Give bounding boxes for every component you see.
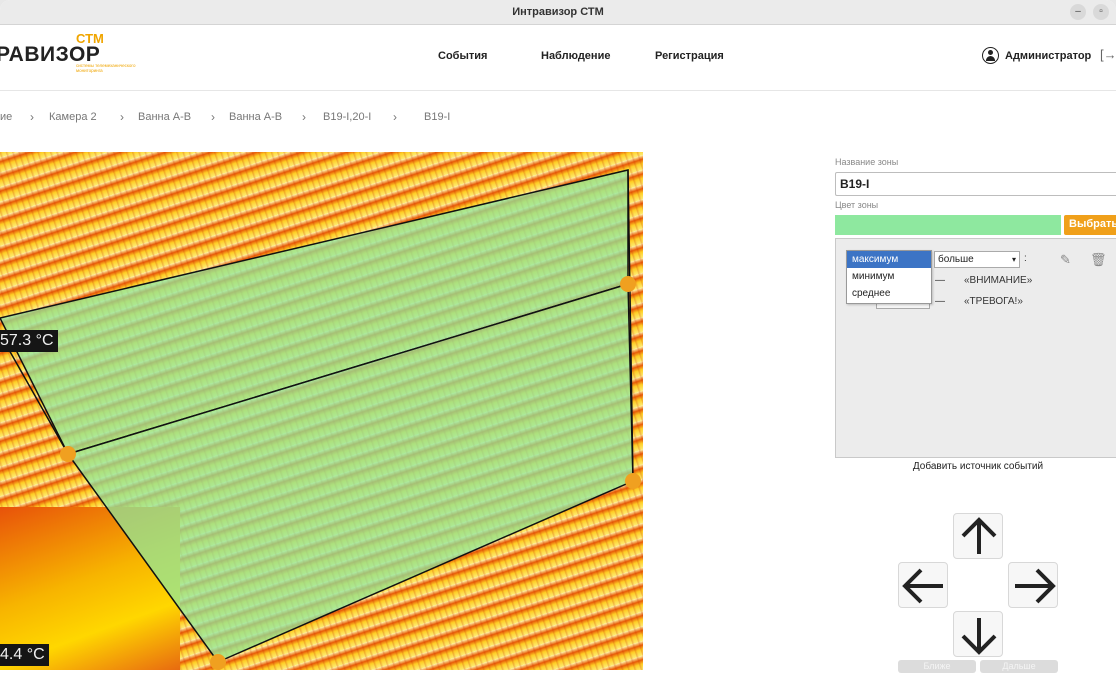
nav-observation[interactable]: Наблюдение — [541, 50, 610, 62]
condition-select[interactable]: больше — [934, 251, 1020, 268]
breadcrumb-item[interactable]: Камера 2 — [49, 111, 97, 123]
arrow-right-icon — [1015, 568, 1056, 604]
zone-handle[interactable] — [210, 654, 226, 670]
logout-icon[interactable]: [→ — [1100, 47, 1116, 62]
dropdown-option[interactable]: минимум — [847, 268, 931, 285]
choose-color-button[interactable]: Выбрать... — [1064, 215, 1116, 235]
logo-stm: СТМ — [76, 31, 104, 46]
dropdown-option[interactable]: среднее — [847, 285, 931, 302]
ptz-down-button[interactable] — [953, 611, 1003, 657]
dropdown-option[interactable]: максимум — [847, 251, 931, 268]
user-name: Администратор — [1005, 50, 1092, 62]
chevron-right-icon: › — [211, 110, 215, 124]
chevron-right-icon: › — [120, 110, 124, 124]
zoom-out-button[interactable]: Дальше — [980, 660, 1058, 673]
add-event-source-button[interactable]: Добавить источник событий — [835, 461, 1116, 472]
ptz-right-button[interactable] — [1008, 562, 1058, 608]
maximize-button[interactable]: ▫ — [1093, 4, 1109, 20]
nav-events[interactable]: События — [438, 50, 487, 62]
chevron-right-icon: › — [393, 110, 397, 124]
minimize-button[interactable]: – — [1070, 4, 1086, 20]
thermal-image[interactable]: 57.3 °C 4.4 °C — [0, 152, 643, 670]
metric-dropdown-list[interactable]: максимум минимум среднее — [846, 250, 932, 304]
zone-overlay[interactable] — [0, 152, 643, 670]
ptz-up-button[interactable] — [953, 513, 1003, 559]
window-title: Интравизор СТМ — [512, 6, 604, 18]
breadcrumb-item-current: В19-I — [424, 111, 451, 123]
zone-handle[interactable] — [625, 473, 641, 489]
logo-subtitle: системы телемеханического мониторинга — [76, 63, 136, 73]
zone-color-label: Цвет зоны — [835, 200, 879, 210]
arrow-up-icon — [961, 517, 997, 554]
arrow-left-icon — [902, 568, 943, 604]
zone-name-input[interactable]: В19-I — [835, 172, 1116, 196]
user-icon — [982, 47, 999, 64]
breadcrumb-item[interactable]: ие — [0, 111, 12, 123]
breadcrumb-item[interactable]: Ванна А-В — [229, 111, 282, 123]
app-header: РАВИЗОР СТМ системы телемеханического мо… — [0, 25, 1116, 91]
app-window: Интравизор СТМ – ▫ РАВИЗОР СТМ системы т… — [0, 0, 1116, 690]
zone-color-swatch[interactable] — [835, 215, 1061, 235]
breadcrumb-item[interactable]: Ванна А-В — [138, 111, 191, 123]
breadcrumb-item[interactable]: В19-I,20-I — [323, 111, 371, 123]
zone-handle[interactable] — [620, 276, 636, 292]
edit-pencil-icon[interactable]: ✎ — [1060, 252, 1071, 268]
alarm-label: «ТРЕВОГА!» — [964, 296, 1023, 307]
row-dash: — — [935, 275, 945, 286]
title-bar: Интравизор СТМ – ▫ — [0, 0, 1116, 25]
row-dash: — — [935, 296, 945, 307]
warning-label: «ВНИМАНИЕ» — [964, 275, 1033, 286]
zoom-in-button[interactable]: Ближе — [898, 660, 976, 673]
arrow-down-icon — [961, 618, 997, 655]
condition-colon: : — [1024, 253, 1027, 264]
zone-name-label: Название зоны — [835, 157, 899, 167]
chevron-right-icon: › — [302, 110, 306, 124]
zone-handle[interactable] — [60, 446, 76, 462]
trash-icon[interactable]: 🗑 — [1090, 252, 1107, 268]
ptz-left-button[interactable] — [898, 562, 948, 608]
nav-registration[interactable]: Регистрация — [655, 50, 724, 62]
temp-min-label: 4.4 °C — [0, 644, 49, 666]
temp-max-label: 57.3 °C — [0, 330, 58, 352]
chevron-right-icon: › — [30, 110, 34, 124]
